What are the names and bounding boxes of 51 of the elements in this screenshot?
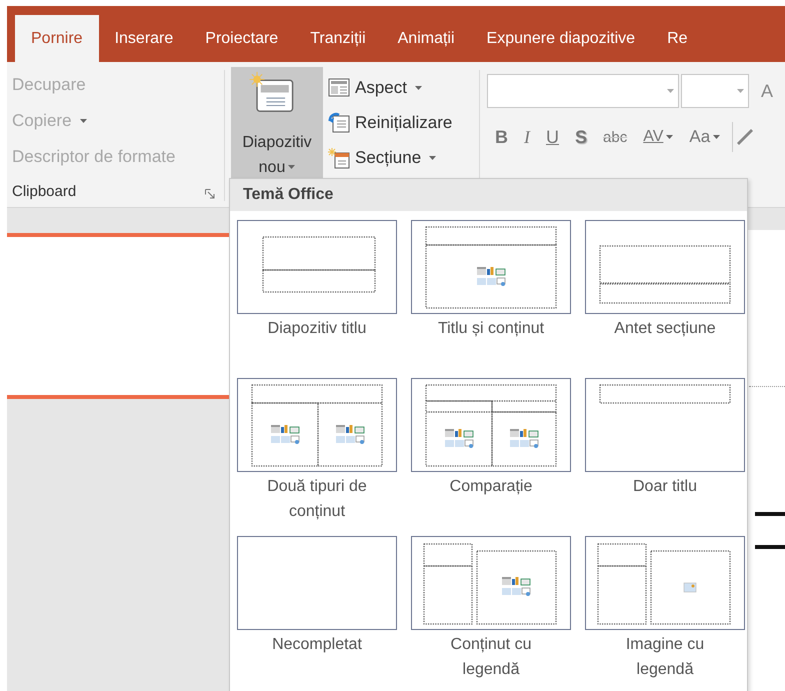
- layout-thumbnail[interactable]: [411, 378, 571, 472]
- layout-icon: [328, 76, 350, 98]
- layout-thumbnail[interactable]: [585, 220, 745, 314]
- new-slide-button[interactable]: Diapozitiv nou: [231, 67, 323, 180]
- slides-command[interactable]: Secțiune: [328, 145, 452, 170]
- layout-label: Două tipuri de conținut: [266, 477, 368, 522]
- layout-label: Conținut cu legendă: [450, 635, 532, 680]
- format-button[interactable]: AV: [635, 123, 682, 151]
- font-grow-button[interactable]: A: [751, 77, 782, 105]
- font-size-field[interactable]: [681, 74, 749, 108]
- slide-arrow-icon: [328, 112, 350, 134]
- layout-label: Imagine cu legendă: [624, 635, 706, 680]
- menu-heading: Temă Office: [230, 179, 747, 211]
- layout-thumbnail[interactable]: [237, 220, 397, 314]
- ribbon-tab[interactable]: Re: [651, 15, 688, 62]
- ribbon-tab[interactable]: Pornire: [15, 15, 99, 62]
- format-button[interactable]: S: [567, 123, 596, 151]
- format-button[interactable]: U: [538, 123, 567, 151]
- layout-thumbnail[interactable]: [411, 536, 571, 630]
- ribbon-tab[interactable]: Tranziții: [294, 15, 382, 62]
- ribbon-tab[interactable]: Proiectare: [189, 15, 294, 62]
- layout-thumbnail[interactable]: [585, 378, 745, 472]
- layout-label: Antet secțiune: [614, 319, 716, 339]
- caret-icon: [737, 89, 744, 93]
- layout-label: Diapozitiv titlu: [268, 319, 366, 339]
- layout-label: Necompletat: [272, 635, 362, 655]
- layout-label: Doar titlu: [632, 477, 698, 497]
- font-name-field[interactable]: [487, 74, 679, 108]
- layout-label: Comparație: [450, 477, 532, 497]
- caret-icon: [288, 165, 296, 169]
- launcher-icon: [205, 188, 215, 198]
- format-button[interactable]: I: [516, 123, 538, 151]
- slides-command[interactable]: Aspect: [328, 75, 452, 100]
- layout-label: Titlu și conținut: [438, 319, 544, 339]
- layout-thumbnail[interactable]: [237, 378, 397, 472]
- format-button[interactable]: Aa: [681, 123, 728, 151]
- ribbon-tab[interactable]: Expunere diapozitive: [470, 15, 652, 62]
- section-icon: [328, 146, 350, 168]
- slide-thumbnail[interactable]: [7, 233, 229, 399]
- layout-thumbnail[interactable]: [411, 220, 571, 314]
- layout-thumbnail[interactable]: [237, 536, 397, 630]
- ribbon-tab[interactable]: Animații: [382, 15, 471, 62]
- slide-icon: [248, 71, 296, 114]
- slides-command[interactable]: Reinițializare: [328, 110, 452, 135]
- layout-thumbnail[interactable]: [585, 536, 745, 630]
- group-label: Clipboard: [12, 183, 76, 200]
- cut-text-drawing: [755, 512, 785, 550]
- caret-icon: [667, 89, 674, 93]
- highlighter-icon: [737, 129, 754, 145]
- format-button[interactable]: B: [487, 123, 516, 151]
- ribbon-tab[interactable]: Inserare: [98, 15, 190, 62]
